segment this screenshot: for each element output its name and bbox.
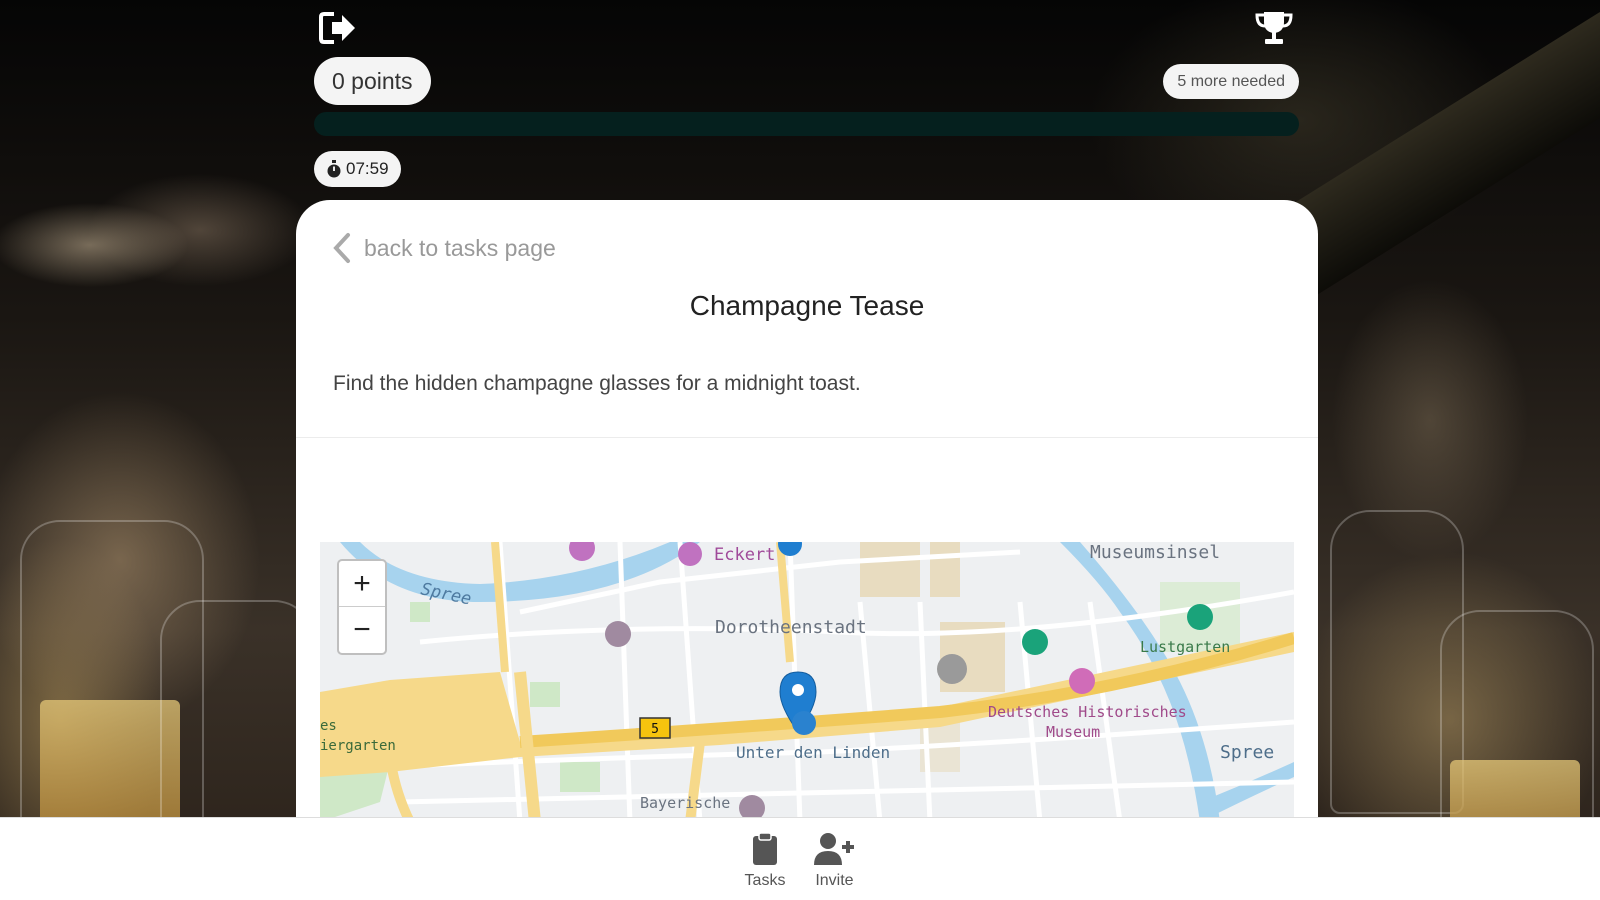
map-label-dorotheenstadt: Dorotheenstadt: [715, 617, 867, 638]
clipboard-icon: [753, 832, 777, 865]
timer-badge: 07:59: [314, 151, 401, 187]
map-label-dhm-2: Museum: [1046, 723, 1100, 741]
map-label-lustgarten: Lustgarten: [1140, 638, 1230, 656]
trophy-icon: [1255, 12, 1293, 44]
bottom-nav: Tasks Invite: [0, 817, 1600, 900]
logout-icon: [319, 12, 355, 44]
task-card: back to tasks page Champagne Tease Find …: [296, 200, 1318, 840]
points-needed-badge: 5 more needed: [1163, 64, 1299, 99]
points-badge: 0 points: [314, 57, 431, 105]
divider: [296, 437, 1318, 438]
task-title: Champagne Tease: [689, 290, 925, 321]
nav-tasks-label: Tasks: [744, 872, 786, 889]
map-tiles: 5 Eckert Museumsinsel Spree Dorotheensta…: [320, 542, 1294, 822]
chevron-left-icon: [333, 233, 350, 263]
map-view[interactable]: 5 Eckert Museumsinsel Spree Dorotheensta…: [320, 542, 1294, 822]
timer-text: 07:59: [346, 159, 389, 178]
map-label-museumsinsel: Museumsinsel: [1090, 542, 1220, 563]
zoom-out-button[interactable]: −: [339, 607, 385, 653]
map-label-tiergarten-2: iergarten: [320, 738, 396, 754]
back-link-label: back to tasks page: [364, 234, 556, 261]
map-label-tiergarten-1: es: [320, 718, 337, 734]
add-user-icon: [814, 833, 855, 865]
trophy-button[interactable]: [1254, 8, 1294, 48]
nav-tasks[interactable]: Tasks: [744, 818, 786, 900]
map-label-spree-right: Spree: [1220, 742, 1274, 763]
back-to-tasks-link[interactable]: back to tasks page: [332, 232, 556, 264]
zoom-in-button[interactable]: +: [339, 561, 385, 607]
route-shield-label: 5: [651, 722, 659, 737]
points-progress-bar: [314, 112, 1299, 136]
zoom-control: + −: [337, 559, 387, 655]
nav-invite[interactable]: Invite: [813, 818, 855, 900]
task-description: Find the hidden champagne glasses for a …: [333, 372, 861, 395]
map-label-eckert: Eckert: [714, 545, 775, 565]
nav-invite-label: Invite: [815, 872, 854, 889]
map-label-unter-den-linden: Unter den Linden: [736, 743, 890, 762]
logout-button[interactable]: [318, 8, 358, 48]
stopwatch-icon: [327, 160, 341, 178]
map-label-dhm-1: Deutsches Historisches: [988, 703, 1187, 721]
map-label-bayerische: Bayerische: [640, 794, 730, 812]
